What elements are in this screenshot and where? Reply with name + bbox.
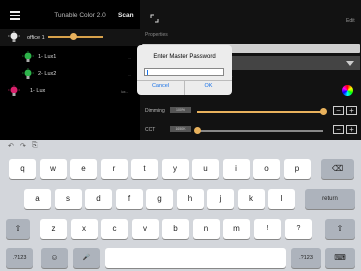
- redo-icon[interactable]: ↷: [20, 142, 26, 150]
- dimming-slider-fill: [197, 111, 323, 113]
- key-d[interactable]: d: [85, 189, 112, 209]
- key-k[interactable]: k: [237, 189, 265, 209]
- key-s[interactable]: s: [54, 189, 82, 209]
- dimming-increase-button[interactable]: +: [346, 106, 357, 115]
- key-b[interactable]: b: [162, 219, 189, 239]
- edit-button[interactable]: Edit: [346, 18, 355, 24]
- key-c[interactable]: c: [101, 219, 128, 239]
- device-label: office 1: [27, 35, 45, 41]
- backspace-key[interactable]: ⌫: [321, 159, 354, 179]
- shift-key-left[interactable]: ⇧: [6, 219, 30, 239]
- device-row-office-1[interactable]: office 1: [0, 29, 140, 46]
- cancel-button[interactable]: Cancel: [137, 83, 184, 89]
- numbers-key-left[interactable]: .?123: [6, 248, 33, 268]
- dimming-slider-knob[interactable]: [319, 108, 327, 115]
- emoji-key[interactable]: ☺: [41, 248, 68, 268]
- key-t[interactable]: t: [131, 159, 158, 179]
- bulb-icon: [8, 85, 20, 96]
- key-f[interactable]: f: [115, 189, 143, 209]
- ok-button[interactable]: OK: [185, 83, 232, 89]
- properties-label: Properties: [145, 32, 168, 38]
- device-status: ...: [128, 56, 131, 60]
- cct-slider[interactable]: [197, 130, 323, 132]
- undo-icon[interactable]: ↶: [8, 142, 14, 150]
- cct-decrease-button[interactable]: −: [333, 125, 344, 134]
- space-key[interactable]: [105, 248, 286, 268]
- key-y[interactable]: y: [161, 159, 189, 179]
- menu-icon[interactable]: [10, 11, 20, 20]
- app-title: Tunable Color 2.0: [54, 12, 106, 19]
- password-dialog: Enter Master Password Cancel OK: [137, 45, 232, 95]
- key-o[interactable]: o: [253, 159, 280, 179]
- key-p[interactable]: p: [283, 159, 311, 179]
- device-status: ...: [128, 73, 131, 77]
- chevron-down-icon[interactable]: [346, 61, 354, 66]
- device-row-lux[interactable]: 1- Lux lux...: [0, 83, 140, 100]
- key-v[interactable]: v: [131, 219, 159, 239]
- dialog-title: Enter Master Password: [153, 54, 216, 60]
- key-u[interactable]: u: [192, 159, 219, 179]
- device-row-lux2[interactable]: 2- Lux2 ...: [0, 66, 140, 83]
- bulb-icon: [8, 31, 20, 42]
- paste-icon[interactable]: ⎘: [32, 142, 38, 150]
- shift-key-right[interactable]: ⇧: [325, 219, 355, 239]
- key-h[interactable]: h: [176, 189, 204, 209]
- device-label: 1- Lux: [30, 88, 46, 94]
- microphone-key[interactable]: 🎤: [73, 248, 100, 268]
- key-z[interactable]: z: [40, 219, 67, 239]
- cct-increase-button[interactable]: +: [346, 125, 357, 134]
- dimming-value: 100%: [170, 107, 191, 113]
- key-m[interactable]: m: [223, 219, 250, 239]
- cct-value: 1650K: [170, 126, 191, 132]
- cct-slider-knob[interactable]: [193, 127, 201, 134]
- device-row-lux1[interactable]: 1- Lux1 ...: [0, 49, 140, 66]
- bulb-icon: [22, 68, 34, 79]
- key-g[interactable]: g: [146, 189, 173, 209]
- bulb-icon: [22, 51, 34, 62]
- key-i[interactable]: i: [222, 159, 250, 179]
- text-caret: [147, 70, 148, 75]
- return-key[interactable]: return: [305, 189, 355, 209]
- key-n[interactable]: n: [192, 219, 220, 239]
- password-input[interactable]: [144, 68, 224, 76]
- key-j[interactable]: j: [207, 189, 234, 209]
- dimming-decrease-button[interactable]: −: [333, 106, 344, 115]
- device-label: 1- Lux1: [38, 54, 57, 60]
- device-label: 2- Lux2: [38, 71, 57, 77]
- key-x[interactable]: x: [70, 219, 98, 239]
- cct-label: CCT: [145, 127, 156, 133]
- key-exclamation[interactable]: !: [254, 219, 281, 239]
- office-brightness-slider-knob[interactable]: [70, 33, 77, 40]
- key-a[interactable]: a: [24, 189, 51, 209]
- hide-keyboard-key[interactable]: ⌨: [325, 248, 355, 268]
- expand-icon[interactable]: [150, 14, 159, 23]
- device-status: lux...: [121, 90, 129, 94]
- key-l[interactable]: l: [268, 189, 295, 209]
- color-wheel-icon[interactable]: [342, 85, 353, 96]
- key-w[interactable]: w: [39, 159, 67, 179]
- keyboard-toolbar: [0, 140, 361, 152]
- numbers-key-right[interactable]: .?123: [291, 248, 321, 268]
- key-q[interactable]: q: [9, 159, 36, 179]
- dimming-label: Dimming: [145, 108, 165, 114]
- key-question[interactable]: ?: [285, 219, 312, 239]
- key-e[interactable]: e: [70, 159, 97, 179]
- scan-button[interactable]: Scan: [118, 12, 134, 19]
- key-r[interactable]: r: [100, 159, 128, 179]
